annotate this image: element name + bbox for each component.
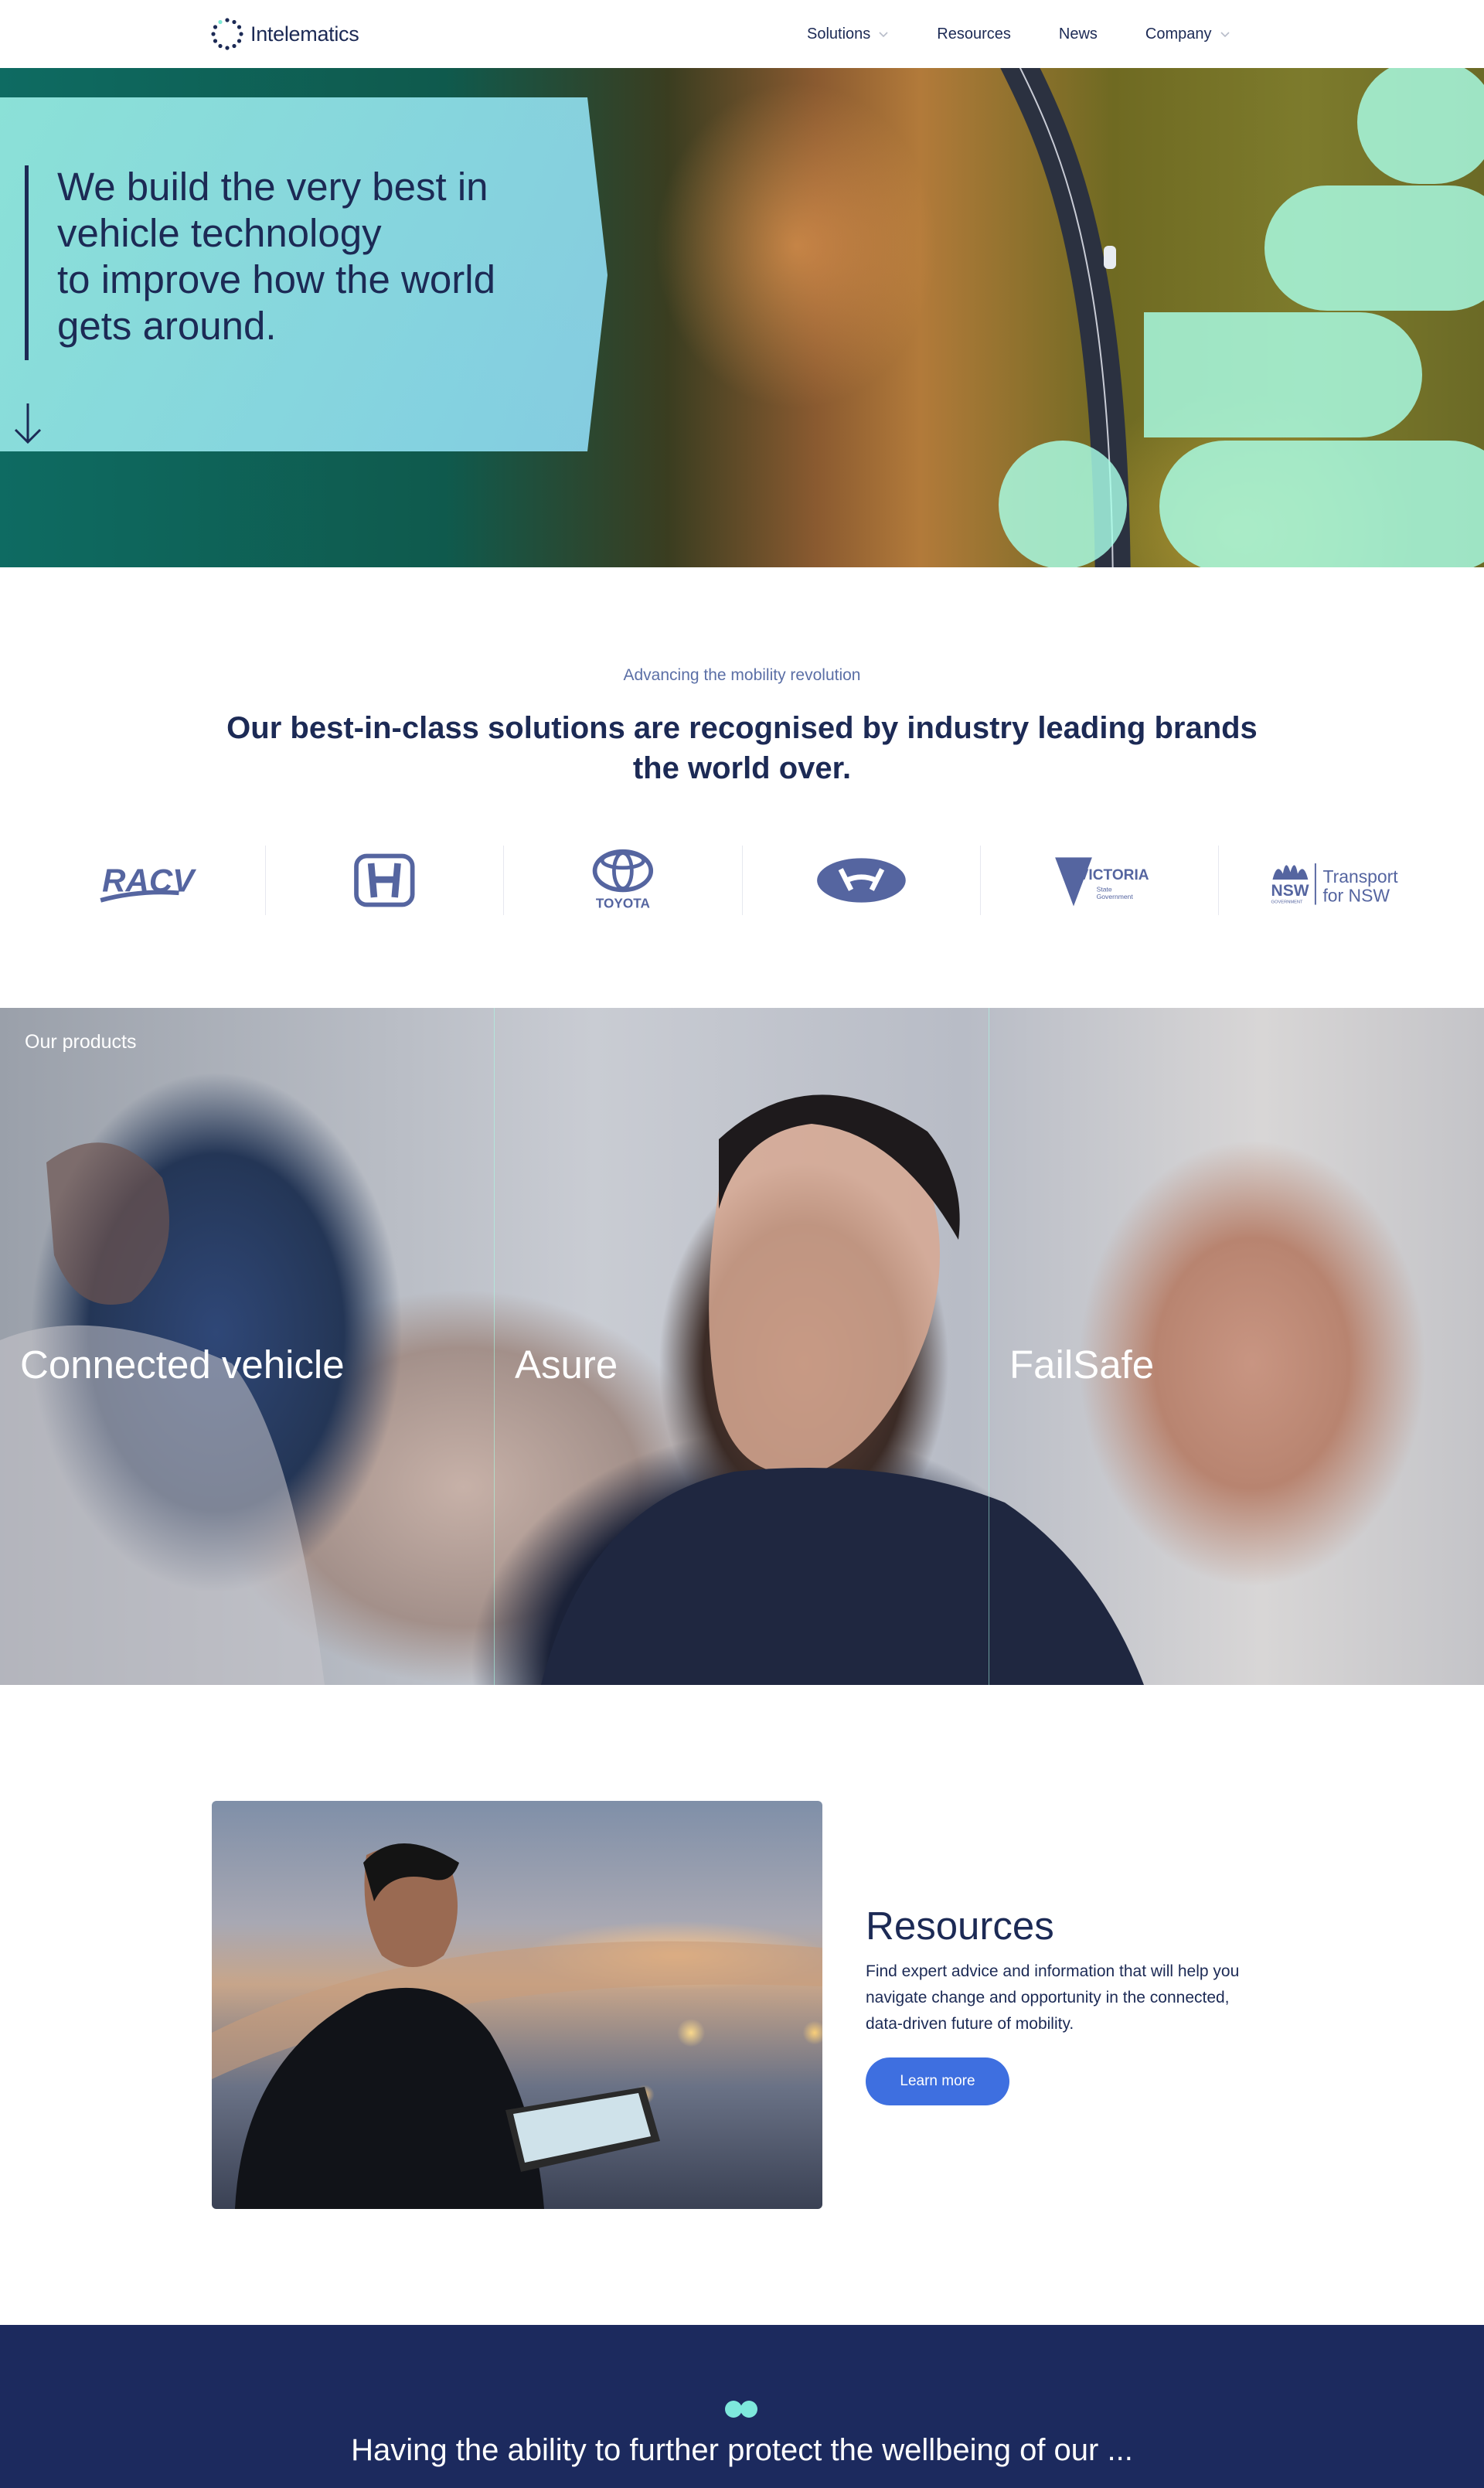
nav-company-label: Company (1145, 25, 1212, 43)
arrow-down-icon[interactable] (12, 400, 43, 447)
main-nav: Solutions Resources News Company (807, 0, 1278, 68)
brand-toyota: TOYOTA (504, 846, 743, 915)
hero-title-line: to improve how the world (57, 257, 495, 301)
intro-heading: Our best-in-class solutions are recognis… (226, 711, 1258, 785)
mint-dots-icon (725, 2401, 757, 2418)
brand-nsw-small: GOVERNMENT (1271, 900, 1302, 905)
intelematics-logo-icon (211, 18, 243, 50)
chevron-down-icon (879, 32, 888, 38)
learn-more-button[interactable]: Learn more (866, 2057, 1009, 2105)
brand-transport-nsw: NSW GOVERNMENT Transport for NSW (1219, 846, 1456, 915)
brand-hyundai (743, 846, 981, 915)
chevron-down-icon (1220, 32, 1230, 38)
band-fade (1005, 2466, 1484, 2488)
nav-news-label: News (1058, 25, 1098, 43)
brand-toyota-text: TOYOTA (596, 895, 650, 910)
nav-news[interactable]: News (1059, 26, 1098, 43)
product-asure[interactable]: Asure (495, 1008, 989, 1685)
logo-text: Intelematics (250, 22, 359, 46)
mint-shape (1264, 185, 1484, 311)
nav-solutions-label: Solutions (807, 25, 871, 43)
band-text: Having the ability to further protect th… (351, 2433, 1133, 2467)
product-name: FailSafe (1009, 1343, 1155, 1387)
hero-panel: We build the very best in vehicle techno… (0, 97, 608, 451)
mint-shape (1159, 441, 1484, 567)
nav-resources-label: Resources (937, 25, 1011, 43)
toyota-logo-icon: TOYOTA (592, 849, 654, 910)
hero-title-line: vehicle technology (57, 211, 382, 255)
product-failsafe[interactable]: FailSafe (989, 1008, 1484, 1685)
brand-racv: RACV (28, 846, 267, 915)
transport-nsw-logo-icon: NSW GOVERNMENT Transport for NSW (1271, 863, 1398, 906)
racv-logo-icon: RACV (100, 862, 196, 903)
hero: We build the very best in vehicle techno… (0, 68, 1484, 567)
hero-title: We build the very best in vehicle techno… (57, 164, 552, 349)
product-name: Asure (515, 1343, 618, 1387)
mint-shape (1144, 312, 1422, 437)
victoria-logo-icon: VICTORIA State Government (1054, 857, 1149, 907)
mint-shape (999, 441, 1127, 567)
resources-title: Resources (866, 1904, 1054, 1948)
resources-image (212, 1801, 822, 2209)
site-header: Intelematics Solutions Resources News Co… (0, 0, 1484, 68)
honda-logo-icon (354, 853, 415, 907)
hero-title-line: gets around. (57, 304, 277, 348)
brand-logos: RACV TOYOTA VICTORIA State Government NS… (28, 846, 1456, 915)
brand-honda (266, 846, 505, 915)
brand-nsw-text: NSW (1271, 882, 1309, 900)
wellbeing-band: Having the ability to further protect th… (0, 2325, 1484, 2488)
products-section: Our products Connected vehicle Asure Fai… (0, 1008, 1484, 1685)
mint-shape (1357, 68, 1484, 184)
nav-resources[interactable]: Resources (937, 26, 1011, 43)
product-connected-vehicle[interactable]: Connected vehicle (0, 1008, 495, 1685)
hyundai-logo-icon (816, 858, 906, 903)
brand-victoria-sub: Government (1096, 893, 1133, 900)
nav-solutions[interactable]: Solutions (807, 26, 889, 43)
hero-rule (25, 165, 29, 360)
person-with-tablet-image (212, 1843, 822, 2209)
brand-nsw-sub: for NSW (1322, 886, 1390, 906)
site-logo[interactable]: Intelematics (210, 17, 359, 51)
brand-nsw-sub: Transport (1322, 866, 1398, 887)
brand-victoria: VICTORIA State Government (981, 846, 1219, 915)
product-name: Connected vehicle (20, 1343, 345, 1387)
nav-company[interactable]: Company (1145, 26, 1230, 43)
brand-victoria-sub: State (1096, 885, 1111, 893)
intro-eyebrow: Advancing the mobility revolution (623, 666, 861, 684)
hero-title-line: We build the very best in (57, 165, 488, 209)
resources-text: Find expert advice and information that … (866, 1962, 1240, 2033)
brand-victoria-text: VICTORIA (1079, 867, 1149, 883)
